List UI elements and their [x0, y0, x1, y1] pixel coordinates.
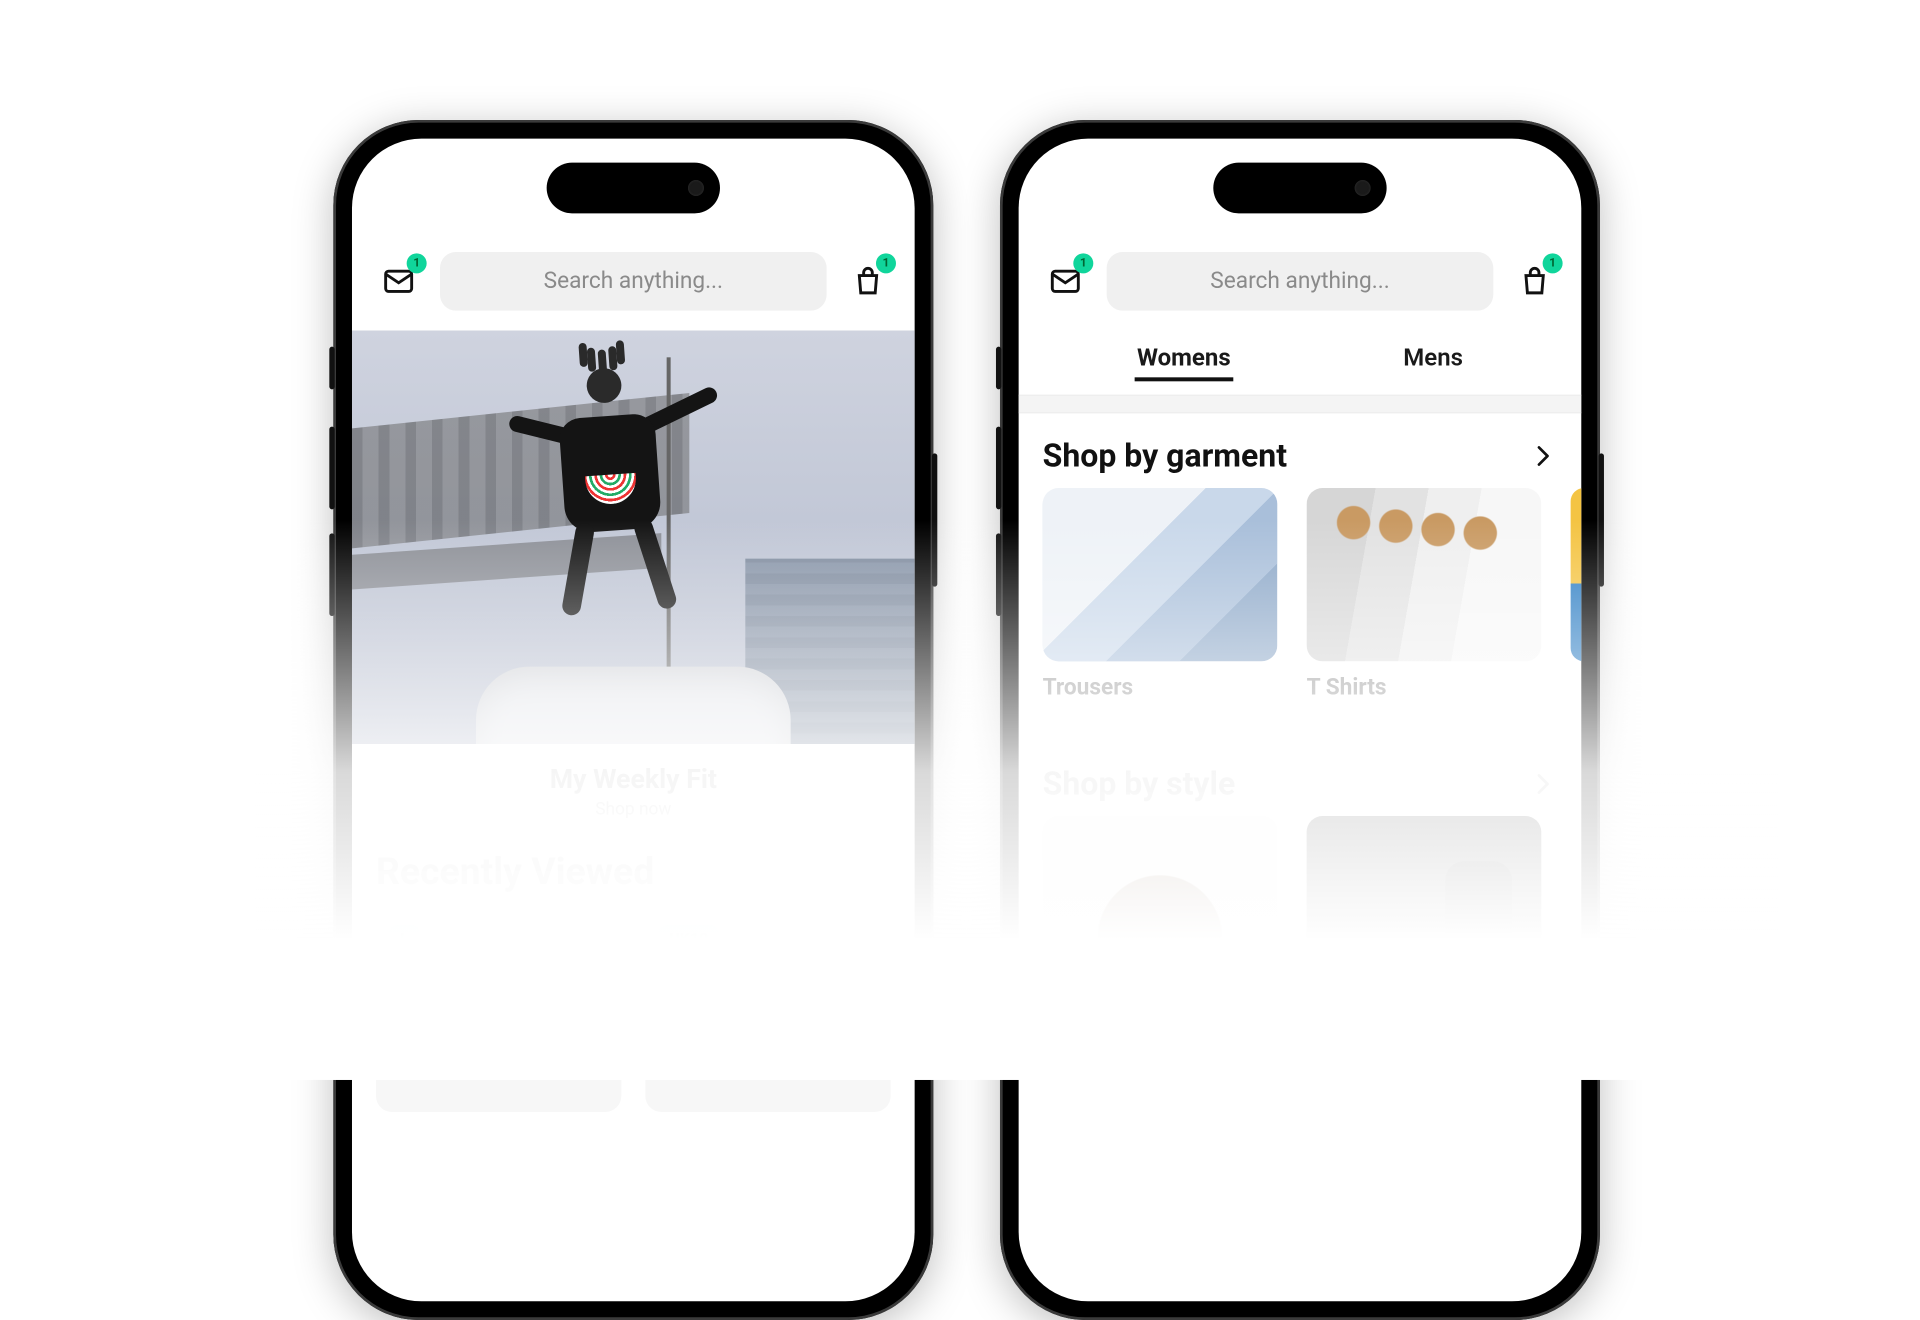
hero-cta[interactable]: Shop now	[352, 800, 915, 820]
tile-peek[interactable]	[1571, 488, 1582, 701]
bottom-fade	[0, 520, 1920, 1080]
garment-carousel[interactable]: Trousers T Shirts	[1019, 488, 1582, 701]
tile-image	[1043, 488, 1278, 661]
bag-badge: 1	[1543, 253, 1563, 273]
style-carousel[interactable]	[1019, 816, 1582, 989]
hero-person-icon	[494, 331, 727, 634]
tile-image	[1307, 488, 1542, 661]
screen: 1 Search anything... 1 Womens Mens	[1019, 139, 1582, 1302]
messages-button[interactable]: 1	[1043, 259, 1088, 304]
search-placeholder: Search anything...	[1210, 268, 1389, 295]
tile-style[interactable]	[1043, 816, 1278, 989]
messages-badge: 1	[407, 253, 427, 273]
divider	[1019, 395, 1582, 414]
messages-button[interactable]: 1	[376, 259, 421, 304]
screen: 1 Search anything... 1	[352, 139, 915, 1302]
section-heading-style: Shop by style	[1043, 765, 1236, 802]
tile-image	[1571, 488, 1582, 661]
messages-badge: 1	[1073, 253, 1093, 273]
bag-button[interactable]: 1	[1512, 259, 1557, 304]
recently-viewed-card[interactable]: L	[376, 912, 621, 1112]
phone-shop: 1 Search anything... 1 Womens Mens	[1000, 120, 1600, 1320]
dynamic-island	[1213, 163, 1386, 214]
tile-style[interactable]	[1307, 816, 1542, 989]
search-input[interactable]: Search anything...	[1107, 252, 1494, 311]
recently-viewed-card[interactable]: UK10	[645, 912, 890, 1112]
chevron-right-icon[interactable]	[1528, 441, 1557, 470]
hero-banner[interactable]	[352, 331, 915, 744]
search-input[interactable]: Search anything...	[440, 252, 827, 311]
tab-mens[interactable]: Mens	[1401, 339, 1466, 382]
search-placeholder: Search anything...	[544, 268, 723, 295]
bag-badge: 1	[876, 253, 896, 273]
hero-caption: My Weekly Fit Shop now	[352, 763, 915, 820]
tile-image	[1307, 816, 1542, 989]
chevron-right-icon[interactable]	[1528, 769, 1557, 798]
tile-label: Trousers	[1043, 675, 1278, 702]
section-heading-garment: Shop by garment	[1043, 437, 1287, 474]
tile-trousers[interactable]: Trousers	[1043, 488, 1278, 701]
tile-image	[1043, 816, 1278, 989]
phone-home: 1 Search anything... 1	[333, 120, 933, 1320]
tab-womens[interactable]: Womens	[1134, 339, 1233, 382]
tile-tshirts[interactable]: T Shirts	[1307, 488, 1542, 701]
hero-title: My Weekly Fit	[352, 763, 915, 795]
bag-button[interactable]: 1	[845, 259, 890, 304]
recently-viewed-heading: Recently Viewed	[352, 820, 915, 904]
size-chip: UK10	[659, 925, 719, 952]
tile-label: T Shirts	[1307, 675, 1542, 702]
size-chip: L	[389, 925, 419, 952]
dynamic-island	[547, 163, 720, 214]
